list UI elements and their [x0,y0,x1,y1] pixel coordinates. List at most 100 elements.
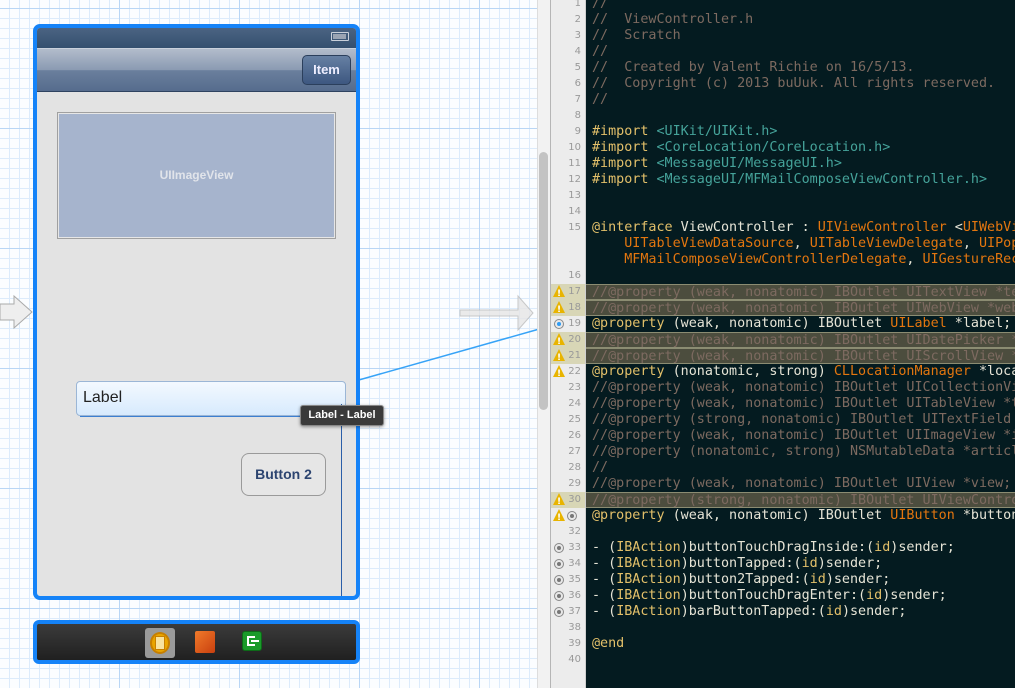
code-token: *button [954,508,1015,523]
code-token: // ViewController.h [592,12,754,27]
line-number-text: 6 [574,78,581,89]
code-line[interactable] [586,108,1015,124]
vertical-constraint [341,404,342,596]
code-line[interactable]: #import <MessageUI/MessageUI.h> [586,156,1015,172]
line-number: 21 [551,348,585,366]
canvas-scrollbar-thumb[interactable] [539,152,548,410]
code-token: *loca [970,364,1015,379]
code-line[interactable]: //@property (weak, nonatomic) IBOutlet U… [586,476,1015,492]
line-number: 9 [551,124,585,140]
code-token: @property [592,508,665,523]
first-responder-icon[interactable] [195,631,215,653]
code-line[interactable]: - (IBAction)barButtonTapped:(id)sender; [586,604,1015,620]
code-line[interactable]: UITableViewDataSource, UITableViewDelega… [586,236,1015,252]
code-line[interactable]: //@property (weak, nonatomic) IBOutlet U… [586,380,1015,396]
code-line[interactable]: // Scratch [586,28,1015,44]
code-token: <CoreLocation/CoreLocation.h> [648,140,891,155]
code-token: )sender; [817,556,883,571]
code-token: //@property (weak, nonatomic) IBOutlet U… [592,380,1015,395]
code-token: )buttonTouchDragInside:( [680,540,875,555]
outlet-connection-icon[interactable] [567,511,577,521]
code-line[interactable] [586,204,1015,220]
code-token: , [962,236,979,251]
code-line[interactable]: // [586,460,1015,476]
code-line[interactable]: //@property (weak, nonatomic) IBOutlet U… [586,332,1015,348]
warning-icon[interactable] [553,285,565,302]
code-line[interactable]: MFMailComposeViewControllerDelegate, UIG… [586,252,1015,268]
code-line[interactable] [586,652,1015,668]
code-line[interactable]: //@property (strong, nonatomic) IBOutlet… [586,412,1015,428]
warning-icon[interactable] [553,301,565,318]
code-line[interactable]: //@property (weak, nonatomic) IBOutlet U… [586,396,1015,412]
code-line[interactable]: // [586,44,1015,60]
line-number: 22 [551,364,585,382]
warning-icon[interactable] [553,333,565,350]
code-token: IBAction [616,540,681,555]
code-line[interactable]: #import <CoreLocation/CoreLocation.h> [586,140,1015,156]
button-2[interactable]: Button 2 [241,453,326,496]
code-line[interactable]: // ViewController.h [586,12,1015,28]
code-line[interactable] [586,524,1015,540]
code-token: #import [592,156,649,171]
line-number: 5 [551,60,585,76]
code-line[interactable] [586,268,1015,284]
code-line[interactable]: - (IBAction)button2Tapped:(id)sender; [586,572,1015,588]
code-line[interactable]: //@property (weak, nonatomic) IBOutlet U… [586,428,1015,444]
code-token: MFMailComposeViewControllerDelegate [624,252,907,267]
outlet-connection-icon[interactable] [554,607,564,617]
line-number-text: 17 [568,286,581,297]
code-line[interactable]: // Created by Valent Richie on 16/5/13. [586,60,1015,76]
code-line[interactable]: // [586,0,1015,12]
code-line[interactable] [586,620,1015,636]
line-number: 13 [551,188,585,204]
code-token: // [592,0,609,11]
warning-icon[interactable] [553,365,565,382]
code-line[interactable]: //@property (weak, nonatomic) IBOutlet U… [586,300,1015,316]
item-bar-button[interactable]: Item [302,55,351,85]
code-line[interactable]: // [586,92,1015,108]
outlet-connection-icon[interactable] [554,319,564,329]
outlet-connection-icon[interactable] [554,559,564,569]
image-view[interactable]: UIImageView [57,112,336,239]
code-line[interactable]: #import <UIKit/UIKit.h> [586,124,1015,140]
code-token: ViewController : [672,220,818,235]
line-number-text: 16 [568,270,581,281]
code-line[interactable] [586,188,1015,204]
warning-icon[interactable] [553,509,565,526]
outlet-connection-icon[interactable] [554,543,564,553]
code-line[interactable]: //@property (nonatomic, strong) NSMutabl… [586,444,1015,460]
code-line[interactable]: @property (weak, nonatomic) IBOutlet UIB… [586,508,1015,524]
code-token: (weak, nonatomic) IBOutlet [664,316,891,331]
code-line[interactable]: // Copyright (c) 2013 buUuk. All rights … [586,76,1015,92]
code-line[interactable]: //@property (strong, nonatomic) IBOutlet… [586,492,1015,508]
code-line[interactable]: //@property (weak, nonatomic) IBOutlet U… [586,284,1015,300]
code-line[interactable]: @property (weak, nonatomic) IBOutlet UIL… [586,316,1015,332]
code-line[interactable]: //@property (weak, nonatomic) IBOutlet U… [586,348,1015,364]
outlet-connection-icon[interactable] [554,575,564,585]
code-token: //@property (weak, nonatomic) IBOutlet U… [592,285,1015,300]
code-token: - ( [592,556,617,571]
code-line[interactable]: #import <MessageUI/MFMailComposeViewCont… [586,172,1015,188]
warning-icon[interactable] [553,493,565,510]
status-bar [37,28,356,48]
line-number: 20 [551,332,585,350]
code-line[interactable]: @interface ViewController : UIViewContro… [586,220,1015,236]
line-number-text: 32 [568,526,581,537]
code-token: , [793,236,810,251]
code-line[interactable]: - (IBAction)buttonTapped:(id)sender; [586,556,1015,572]
code-line[interactable]: - (IBAction)buttonTouchDragEnter:(id)sen… [586,588,1015,604]
warning-icon[interactable] [553,349,565,366]
code-line[interactable]: @property (nonatomic, strong) CLLocation… [586,364,1015,380]
code-token: , [906,252,923,267]
line-number: 17 [551,284,585,302]
view-controller-scene[interactable]: Item UIImageView Label Button 2 [33,24,360,600]
code-token: // [592,460,609,475]
navigation-bar[interactable]: Item [37,48,356,92]
exit-icon[interactable] [242,631,262,651]
code-token: IBAction [616,588,681,603]
code-line[interactable]: @end [586,636,1015,652]
code-line[interactable]: - (IBAction)buttonTouchDragInside:(id)se… [586,540,1015,556]
line-number: 33 [551,540,585,556]
view-controller-icon[interactable] [145,628,175,658]
outlet-connection-icon[interactable] [554,591,564,601]
